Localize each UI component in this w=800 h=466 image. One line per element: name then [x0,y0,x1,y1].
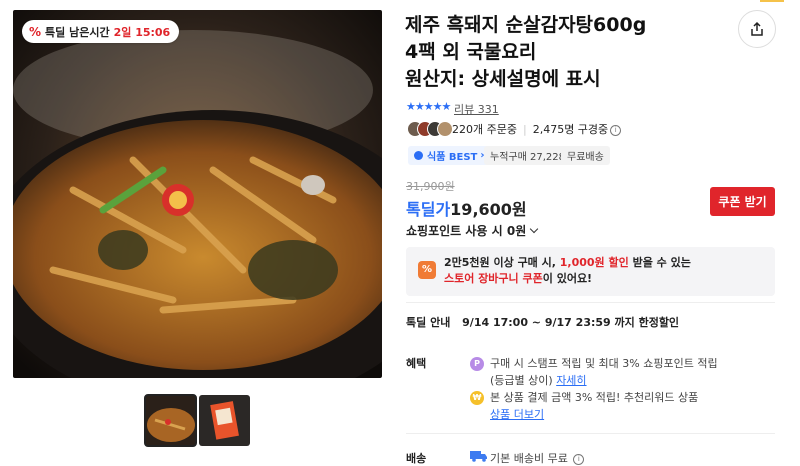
order-stats: 220개 주문중 | 2,475명 구경중 i [452,121,622,137]
divider [406,433,775,434]
thumbnail-1[interactable] [144,394,197,447]
best-badge-label: 식품 BEST [427,152,478,163]
deal-price-label: 톡딜가 [406,200,451,219]
deal-price-value: 19,600원 [450,200,527,219]
promo-text-1-highlight: 1,000원 할인 [559,256,629,269]
point-price-value: 0원 [506,224,527,238]
best-icon [414,151,423,160]
benefit-1-line2: (등급별 상이) [490,374,553,387]
shipping-value: 기본 배송비 무료 [490,452,568,465]
share-tab-indicator [760,0,784,2]
benefit-1-link[interactable]: 자세히 [556,374,586,387]
info-icon[interactable]: i [610,125,622,136]
main-product-image [13,10,382,378]
point-price[interactable]: 쇼핑포인트 사용 시 0원 [406,222,539,239]
promo-text-2-highlight: 스토어 장바구니 쿠폰 [444,272,543,285]
benefits-label: 혜택 [406,357,427,370]
product-title: 제주 흑돼지 순살감자탕600g 4팩 외 국물요리 원산지: 상세설명에 표시 [405,12,725,93]
point-icon: P [470,357,484,371]
promo-text: 2만5천원 이상 구매 시, 1,000원 할인 받을 수 있는 스토어 장바구… [444,255,691,287]
timer-label: 특딜 남은시간 [45,25,110,39]
avatar [437,121,453,137]
info-icon[interactable]: i [573,454,585,465]
deal-info-label: 톡딜 안내 [406,316,451,329]
benefit-1-line1: 구매 시 스탬프 적립 및 최대 3% 쇼핑포인트 적립 [490,357,718,370]
title-line-1: 제주 흑돼지 순살감자탕600g [405,14,647,36]
original-price: 31,900원 [406,180,455,193]
review-link[interactable]: 리뷰 331 [454,101,499,117]
deal-info-period: 9/14 17:00 ~ 9/17 23:59 까지 한정할인 [462,316,680,329]
promo-text-2b: 이 있어요! [542,272,593,285]
chevron-down-icon [530,224,539,234]
rating-stars: ★★★★★ [406,100,451,113]
benefit-2-line1: 본 상품 결제 금액 3% 적립! 추천리워드 상품 [490,391,699,404]
free-shipping-badge: 무료배송 [561,146,610,165]
shipping-label: 배송 [406,452,427,465]
benefit-item-1: 구매 시 스탬프 적립 및 최대 3% 쇼핑포인트 적립 (등급별 상이) 자세… [490,355,718,389]
avatar-group [407,121,453,137]
promo-text-1a: 2만5천원 이상 구매 시, [444,256,560,269]
deal-price: 톡딜가19,600원 [406,196,527,220]
promo-banner[interactable]: % 2만5천원 이상 구매 시, 1,000원 할인 받을 수 있는 스토어 장… [406,247,775,296]
deal-info: 톡딜 안내 9/14 17:00 ~ 9/17 23:59 까지 한정할인 [406,314,679,330]
coupon-button[interactable]: 쿠폰 받기 [710,187,775,216]
orders-count: 220개 주문중 [452,123,517,136]
won-icon: ₩ [470,391,484,405]
truck-icon [470,451,487,462]
cumulative-badge: 누적구매 27,228 [484,146,571,165]
share-button[interactable] [738,10,776,48]
best-badge[interactable]: 식품 BEST › [408,146,491,165]
point-price-label: 쇼핑포인트 사용 시 [406,224,503,238]
timer-remaining: 2일 15:06 [113,25,171,39]
viewers-count: 2,475명 구경중 [532,123,609,136]
percent-icon: % [29,24,42,39]
promo-text-1b: 받을 수 있는 [628,256,691,269]
title-line-3: 원산지: 상세설명에 표시 [405,68,601,90]
divider [406,302,775,303]
benefit-item-2: 본 상품 결제 금액 3% 적립! 추천리워드 상품 상품 더보기 [490,389,698,423]
share-icon [751,21,763,36]
percent-icon: % [418,261,436,279]
shipping-text: 기본 배송비 무료 i [490,450,585,466]
benefit-2-link[interactable]: 상품 더보기 [490,408,544,421]
thumbnail-2[interactable] [199,395,250,446]
deal-timer-badge: % 특딜 남은시간 2일 15:06 [22,20,180,43]
title-line-2: 4팩 외 국물요리 [405,41,537,63]
